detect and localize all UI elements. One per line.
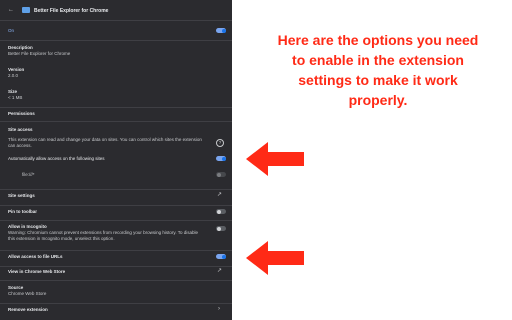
file-urls-label: Allow access to file URLs	[8, 254, 63, 259]
chevron-right-icon[interactable]: ›	[218, 306, 220, 312]
arrow-left-icon	[246, 241, 304, 275]
external-link-icon[interactable]: ↗	[217, 268, 222, 274]
description-label: Description	[8, 45, 33, 50]
remove-extension-label[interactable]: Remove extension	[8, 307, 48, 312]
annotation-text: Here are the options you need to enable …	[277, 32, 479, 108]
extension-title: Better File Explorer for Chrome	[34, 8, 109, 14]
source-value: Chrome Web Store	[8, 291, 47, 296]
site-access-description: This extension can read and change your …	[8, 137, 202, 148]
incognito-toggle[interactable]	[216, 226, 226, 231]
on-label: On	[8, 28, 15, 33]
site-pattern-toggle	[216, 172, 226, 177]
file-urls-toggle[interactable]	[216, 254, 226, 259]
size-value: < 1 MB	[8, 95, 23, 100]
external-link-icon[interactable]: ↗	[217, 192, 222, 198]
pin-toolbar-toggle[interactable]	[216, 209, 226, 214]
version-value: 2.0.0	[8, 73, 19, 78]
site-settings-label[interactable]: Site settings	[8, 193, 35, 198]
permissions-label: Permissions	[8, 111, 35, 116]
pin-toolbar-label: Pin to toolbar	[8, 209, 37, 214]
extension-details-panel: ← Better File Explorer for Chrome On Des…	[0, 0, 232, 320]
incognito-warning: Warning: Chromium cannot prevent extensi…	[8, 230, 199, 241]
source-label: Source	[8, 285, 24, 290]
incognito-title: Allow in Incognito	[8, 224, 47, 229]
web-store-label[interactable]: View in Chrome Web Store	[8, 269, 65, 274]
auto-allow-toggle[interactable]	[216, 156, 226, 161]
extension-enabled-toggle[interactable]	[216, 28, 226, 33]
auto-allow-label: Automatically allow access on the follow…	[8, 156, 105, 161]
back-arrow-icon[interactable]: ←	[8, 7, 14, 13]
arrow-left-icon	[246, 142, 304, 176]
extension-folder-icon	[22, 7, 30, 13]
description-value: Better File Explorer for Chrome	[8, 51, 71, 56]
size-label: Size	[8, 89, 18, 94]
help-icon[interactable]: ?	[216, 139, 224, 147]
site-pattern: file:///*	[22, 172, 35, 177]
site-access-title: Site access	[8, 127, 33, 132]
version-label: Version	[8, 67, 25, 72]
